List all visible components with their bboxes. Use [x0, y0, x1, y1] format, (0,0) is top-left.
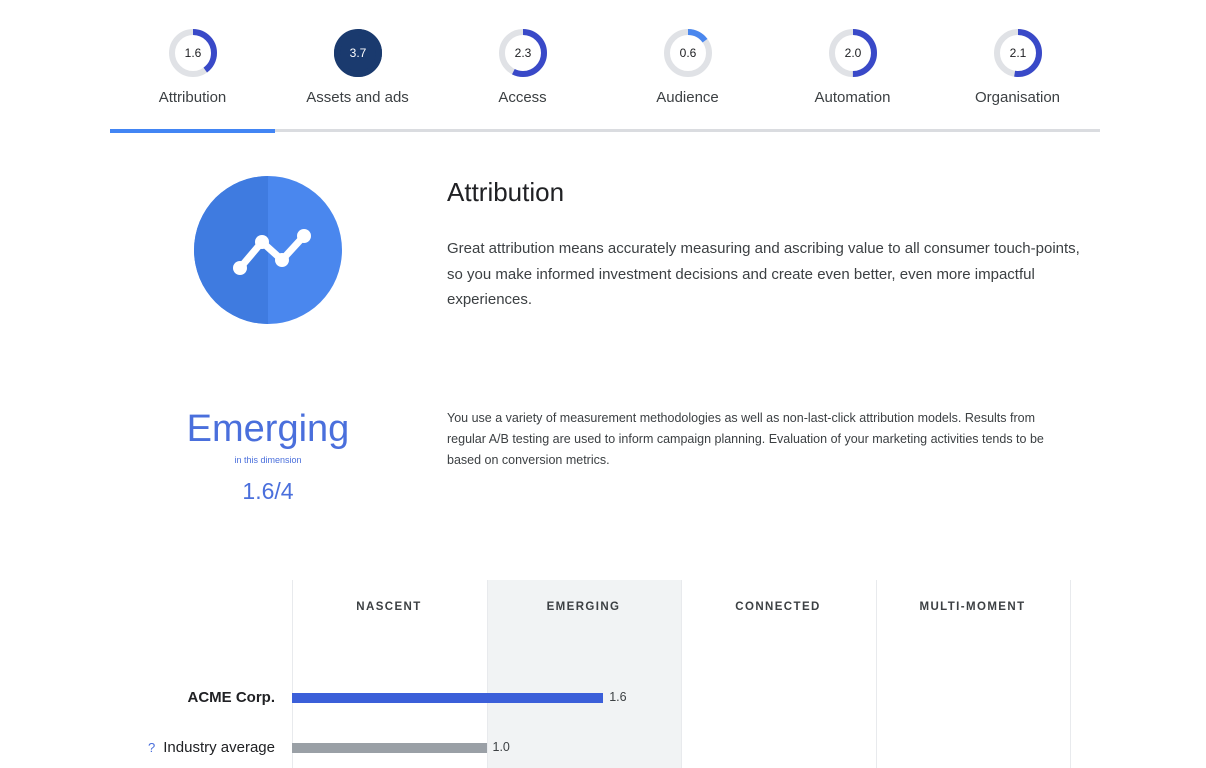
tab-automation[interactable]: 2.0 Automation: [770, 0, 935, 131]
tab-organisation[interactable]: 2.1 Organisation: [935, 0, 1100, 131]
bar-value-label: 1.0: [492, 740, 510, 754]
stage-header: MULTI-MOMENT: [919, 601, 1026, 613]
row-label: ACME Corp.: [188, 689, 276, 706]
tab-label: Assets and ads: [306, 89, 409, 106]
dimension-tabs: 1.6 Attribution 3.7 Assets and ads 2.3 Access…: [110, 0, 1100, 133]
tab-attribution[interactable]: 1.6 Attribution: [110, 0, 275, 131]
column-divider: [1070, 580, 1071, 768]
tab-score-value: 2.1: [1009, 46, 1027, 60]
dimension-score: 1.6/4: [242, 478, 294, 504]
stage-header: NASCENT: [356, 601, 422, 613]
trend-line-icon: [194, 176, 342, 324]
category-label: Industry average: [163, 739, 275, 756]
row-label: ? Industry average: [148, 739, 275, 756]
help-icon[interactable]: ?: [148, 740, 155, 755]
dimension-description: Great attribution means accurately measu…: [447, 240, 1080, 308]
tab-audience[interactable]: 0.6 Audience: [605, 0, 770, 131]
tab-score-value: 3.7: [349, 46, 367, 60]
benchmark-chart: NASCENT EMERGING CONNECTED MULTI-MOMENT ACME…: [0, 580, 1206, 768]
company-bar: [292, 693, 604, 703]
category-label: ACME Corp.: [187, 689, 276, 706]
maturity-stage-subtitle: in this dimension: [234, 455, 302, 465]
stage-header: CONNECTED: [735, 601, 821, 613]
tab-score-value: 2.0: [844, 46, 862, 60]
tab-access[interactable]: 2.3 Access: [440, 0, 605, 131]
stage-description: You use a variety of measurement methodo…: [447, 411, 1044, 467]
tab-label: Automation: [814, 89, 891, 106]
maturity-stage: Emerging: [186, 408, 350, 450]
tab-label: Audience: [656, 89, 719, 106]
tab-score-value: 1.6: [184, 46, 202, 60]
tab-score-value: 0.6: [679, 46, 697, 60]
tab-label: Organisation: [974, 89, 1061, 106]
industry-bar: [292, 743, 487, 753]
tab-label: Attribution: [158, 89, 227, 106]
tab-score-value: 2.3: [514, 46, 532, 60]
dimension-title: Attribution: [447, 177, 565, 207]
bar-value-label: 1.6: [609, 690, 627, 704]
stage-header: EMERGING: [546, 601, 621, 613]
tab-assets-and-ads[interactable]: 3.7 Assets and ads: [275, 0, 440, 131]
active-tab-indicator: [110, 129, 275, 133]
tab-label: Access: [498, 89, 547, 106]
